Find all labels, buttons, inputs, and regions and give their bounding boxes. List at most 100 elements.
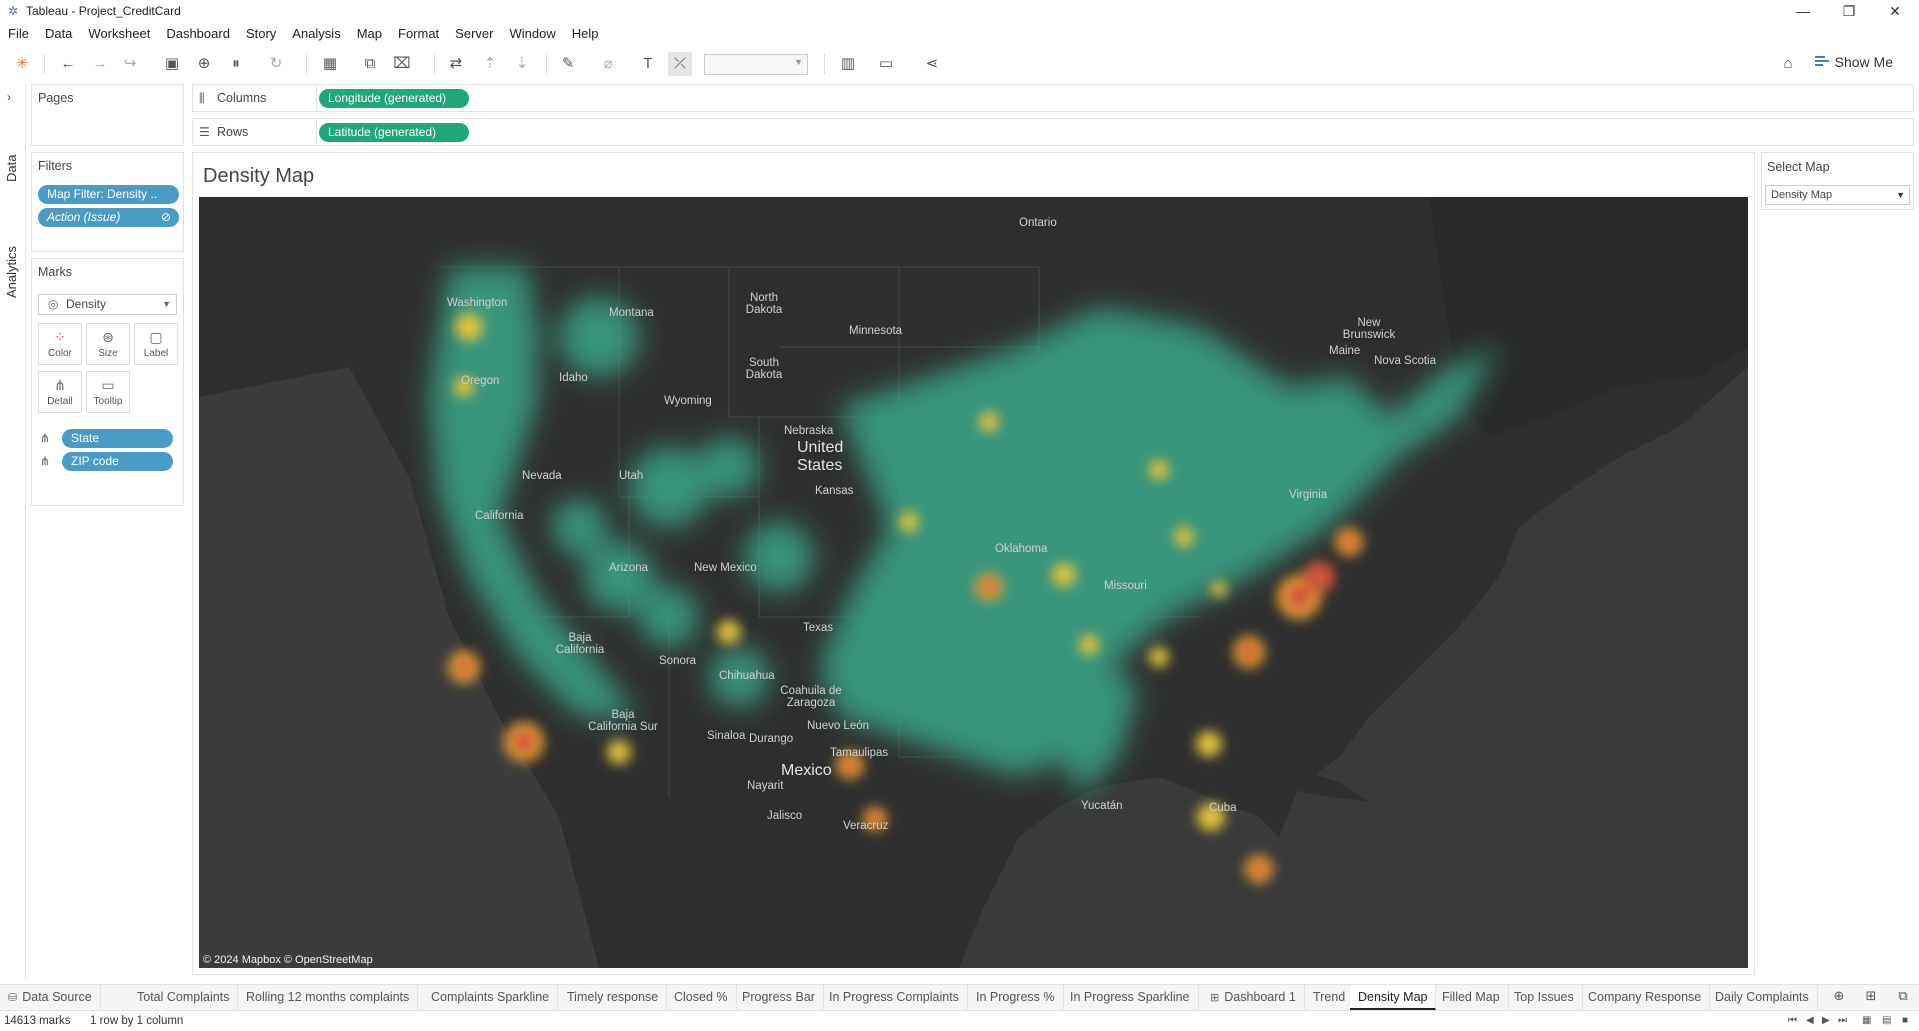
sheet-sorter-icon[interactable]: ▦ [1862,1011,1871,1031]
previous-page-icon[interactable]: ◀ [1806,1011,1814,1031]
tooltip-button[interactable]: ▭ Tooltip [86,371,130,413]
save-icon[interactable]: ▣ [160,52,184,76]
label-icon: ▢ [149,329,163,345]
show-me-button[interactable]: Show Me [1814,54,1893,70]
detail-icon: ⋔ [54,377,66,393]
menu-help[interactable]: Help [572,26,599,41]
filter-pill-map-filter[interactable]: Map Filter: Density .. [38,185,179,204]
tab-rolling-12-months[interactable]: Rolling 12 months complaints [238,985,419,1010]
tab-trend[interactable]: Trend [1305,985,1355,1010]
map-label-minnesota: Minnesota [849,325,903,337]
tab-progress-bar[interactable]: Progress Bar [734,985,824,1010]
tab-complaints-sparkline[interactable]: Complaints Sparkline [423,985,559,1010]
tab-in-progress-sparkline[interactable]: In Progress Sparkline [1062,985,1199,1010]
mark-type-dropdown[interactable]: ◎ Density ▼ [38,294,177,315]
tab-dashboard-1[interactable]: ⊞ Dashboard 1 [1202,985,1305,1010]
mark-field-state[interactable]: State [62,429,173,448]
pages-card[interactable]: Pages [31,84,184,146]
toolbar-separator [44,54,45,74]
select-map-dropdown[interactable]: Density Map ▼ [1765,185,1910,205]
last-page-icon[interactable]: ⏭ [1838,1011,1847,1031]
map-label-new-brunswick: New Brunswick [1342,317,1396,341]
dashboard-icon: ⊞ [1210,992,1220,1004]
analytics-tab[interactable]: Analytics [4,246,19,298]
detail-button[interactable]: ⋔ Detail [38,371,82,413]
tab-total-complaints[interactable]: Total Complaints [129,985,239,1010]
filmstrip-icon[interactable]: ▤ [1882,1011,1891,1031]
menu-map[interactable]: Map [357,26,382,41]
color-button[interactable]: ⁘ Color [38,323,82,365]
tab-filled-map[interactable]: Filled Map [1434,985,1509,1010]
pause-updates-icon[interactable]: ⏸ [224,52,248,76]
swap-rows-columns-icon[interactable]: ⇄ [444,52,468,76]
menu-format[interactable]: Format [398,26,439,41]
menu-worksheet[interactable]: Worksheet [88,26,150,41]
redo-icon[interactable]: → [88,52,112,76]
columns-shelf[interactable]: ⫼ Columns Longitude (generated) [192,84,1914,112]
new-data-source-icon[interactable]: ⊕ [192,52,216,76]
detail-icon: ⋔ [40,454,51,468]
filters-card[interactable]: Filters Map Filter: Density .. Action (I… [31,152,184,252]
mark-field-zip-code[interactable]: ZIP code [62,452,173,471]
group-members-icon[interactable]: ⌀ [596,52,620,76]
menu-story[interactable]: Story [246,26,276,41]
publish-icon[interactable]: ⌂ [1776,52,1800,76]
tab-company-response[interactable]: Company Response [1580,985,1711,1010]
tableau-home-icon[interactable]: ✳ [10,52,34,76]
presentation-mode-icon[interactable]: ▭ [874,52,898,76]
map-label-baja-california: Baja California [555,632,605,656]
tab-in-progress-complaints[interactable]: In Progress Complaints [821,985,968,1010]
new-story-icon[interactable]: ⧉ [1892,988,1914,1008]
menu-analysis[interactable]: Analysis [292,26,340,41]
refresh-icon[interactable]: ↻ [264,52,288,76]
tab-density-map[interactable]: Density Map [1350,985,1437,1010]
minimize-icon[interactable]: — [1780,0,1826,22]
rows-pill-latitude[interactable]: Latitude (generated) [319,123,469,142]
density-map[interactable]: Ontario New Brunswick Nova Scotia Maine … [199,197,1748,968]
expand-pane-icon[interactable]: › [7,90,11,104]
sort-descending-icon[interactable]: ⇣ [510,52,534,76]
tab-daily-complaints[interactable]: Daily Complaints [1707,985,1818,1010]
new-worksheet-icon[interactable]: ⊕ [1828,988,1850,1008]
show-mark-labels-icon[interactable]: T [636,52,660,76]
close-icon[interactable]: ✕ [1872,0,1918,22]
new-worksheet-icon[interactable]: ▦ [318,52,342,76]
tab-top-issues[interactable]: Top Issues [1506,985,1583,1010]
menu-server[interactable]: Server [455,26,493,41]
share-icon[interactable]: ⋖ [920,52,944,76]
menu-file[interactable]: File [8,26,29,41]
next-page-icon[interactable]: ▶ [1822,1011,1830,1031]
menu-data[interactable]: Data [45,26,72,41]
marks-card[interactable]: Marks ◎ Density ▼ ⁘ Color ⊛ Size ▢ Label… [31,258,184,506]
label-button[interactable]: ▢ Label [134,323,178,365]
highlight-icon[interactable]: ✎ [556,52,580,76]
new-dashboard-icon[interactable]: ⊞ [1860,988,1882,1008]
undo-icon[interactable]: ← [56,52,80,76]
replay-icon[interactable]: ↪ [118,52,142,76]
sort-ascending-icon[interactable]: ⇡ [478,52,502,76]
size-button[interactable]: ⊛ Size [86,323,130,365]
show-cards-icon[interactable]: ▥ [836,52,860,76]
duplicate-sheet-icon[interactable]: ⧉ [358,52,382,76]
tab-closed-pct[interactable]: Closed % [666,985,737,1010]
maximize-icon[interactable]: ❐ [1826,0,1872,22]
columns-pill-longitude[interactable]: Longitude (generated) [319,89,469,108]
tabs-view-icon[interactable]: ■ [1902,1011,1908,1031]
chevron-down-icon: ▼ [1896,190,1905,200]
first-page-icon[interactable]: ⏮ [1788,1011,1797,1031]
tab-in-progress-pct[interactable]: In Progress % [968,985,1064,1010]
rows-shelf[interactable]: ☰ Rows Latitude (generated) [192,118,1914,146]
tab-data-source[interactable]: ⛁ Data Source [0,985,101,1010]
clear-sheet-icon[interactable]: ⌧ [390,52,414,76]
fit-dropdown[interactable]: ▼ [704,54,808,75]
map-attribution[interactable]: © 2024 Mapbox © OpenStreetMap [203,954,373,966]
fix-axes-icon[interactable]: ⤫ [668,52,692,76]
show-me-label: Show Me [1834,54,1893,70]
status-layout: 1 row by 1 column [90,1015,184,1027]
data-tab[interactable]: Data [4,155,19,182]
filter-pill-action-issue[interactable]: Action (Issue) ⊘ [38,208,179,227]
menu-dashboard[interactable]: Dashboard [166,26,230,41]
menu-window[interactable]: Window [509,26,555,41]
tab-timely-response[interactable]: Timely response [559,985,668,1010]
map-label-washington: Washington [447,297,508,309]
